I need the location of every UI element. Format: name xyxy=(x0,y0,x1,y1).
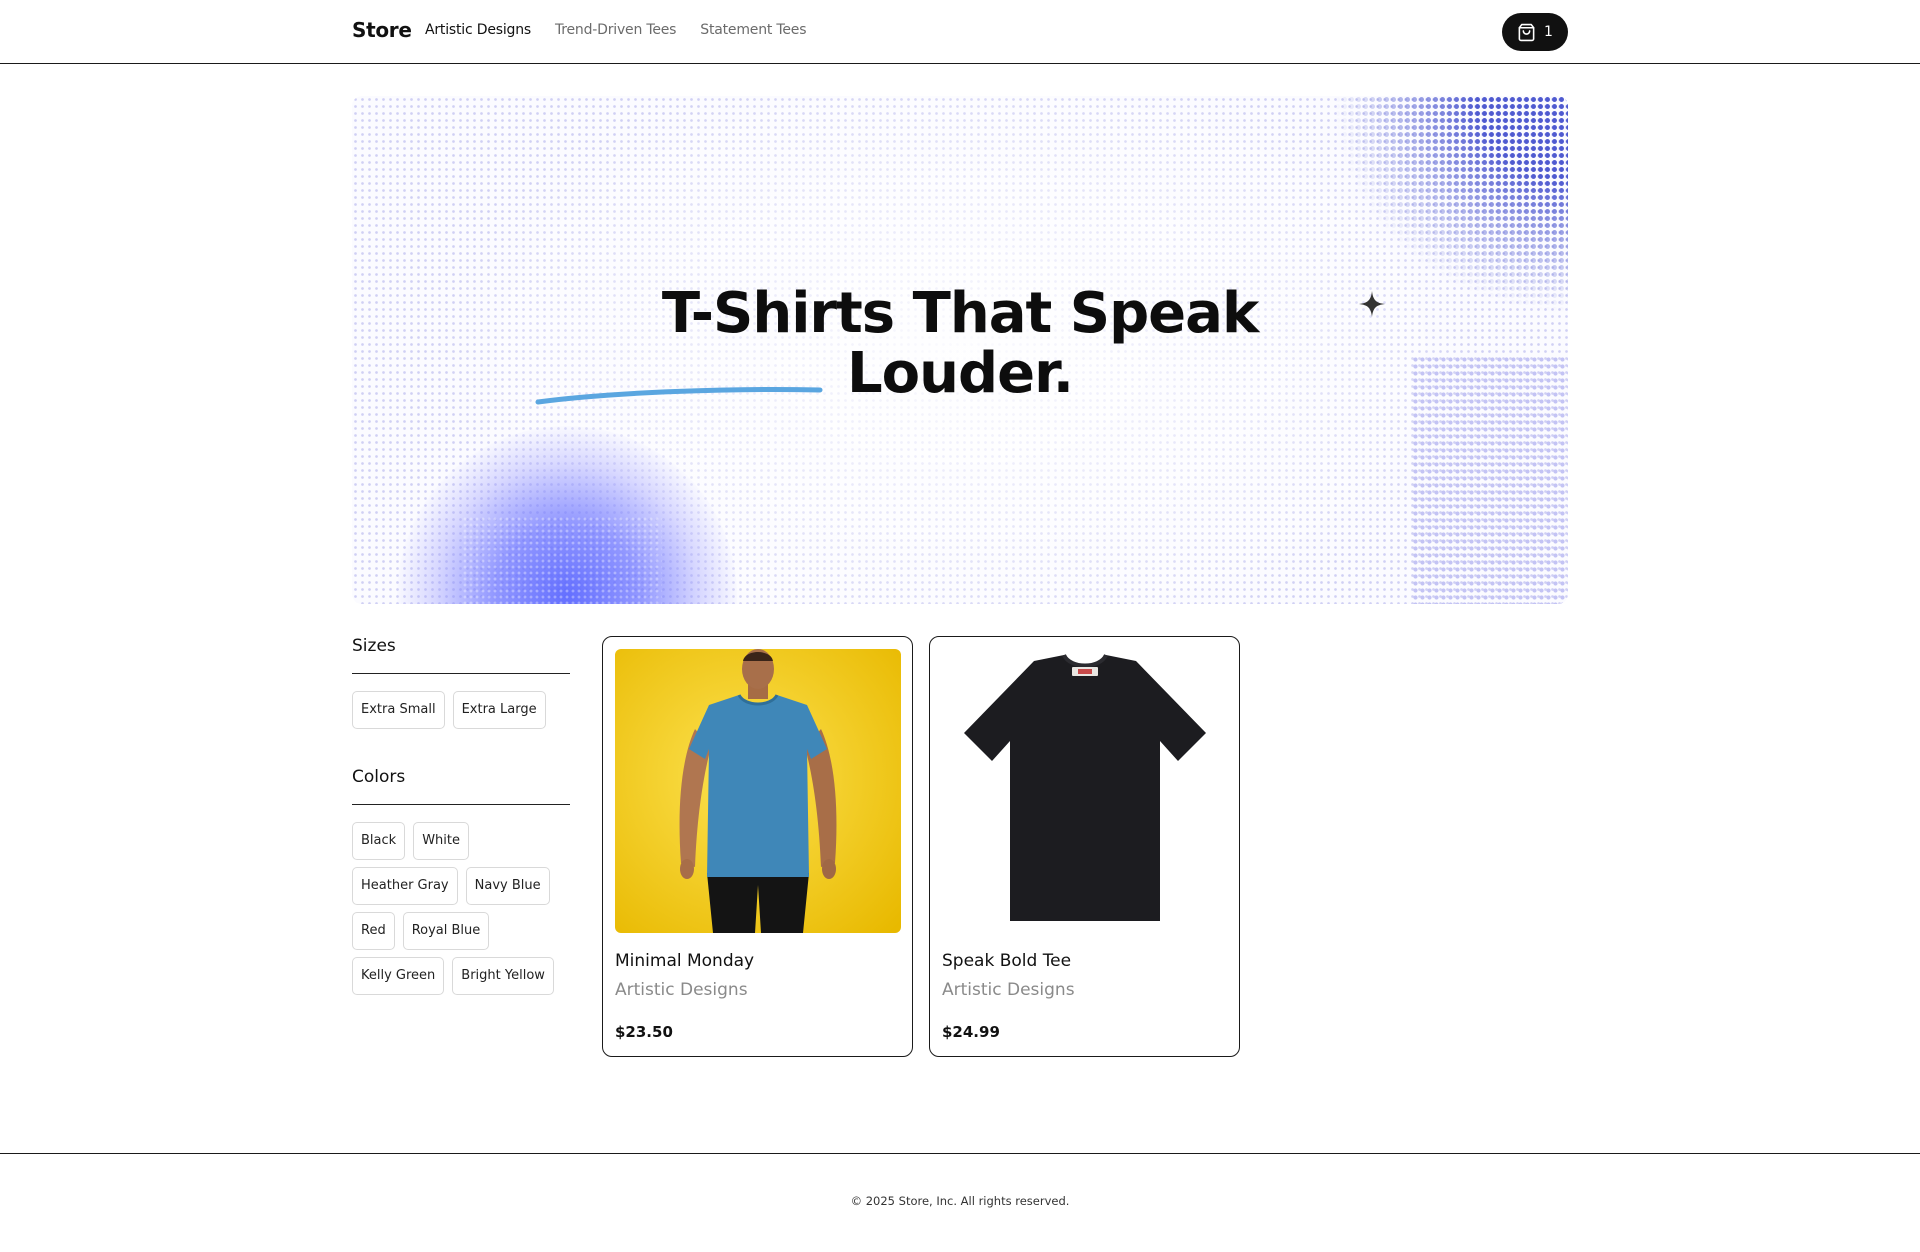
product-category: Artistic Designs xyxy=(615,980,748,1000)
footer-copyright: © 2025 Store, Inc. All rights reserved. xyxy=(850,1194,1070,1208)
hero-title-line-1: T-Shirts That Speak xyxy=(661,281,1259,346)
main-nav: Artistic Designs Trend-Driven Tees State… xyxy=(425,22,806,38)
color-chip-navy-blue[interactable]: Navy Blue xyxy=(465,867,550,905)
product-image-black-tshirt[interactable] xyxy=(942,649,1228,933)
color-chip-red[interactable]: Red xyxy=(352,912,395,950)
sizes-divider xyxy=(352,673,570,674)
colors-divider xyxy=(352,804,570,805)
size-chip-extra-large[interactable]: Extra Large xyxy=(452,691,546,729)
filter-sidebar: Sizes Extra Small Extra Large Colors Bla… xyxy=(352,636,570,995)
hero-title-line-2: Louder. xyxy=(847,341,1074,406)
colors-heading: Colors xyxy=(352,767,406,787)
color-chip-kelly-green[interactable]: Kelly Green xyxy=(352,957,445,995)
shopping-bag-icon xyxy=(1518,23,1535,41)
footer-divider xyxy=(0,1153,1920,1154)
product-name[interactable]: Speak Bold Tee xyxy=(942,951,1071,971)
site-header: Store Artistic Designs Trend-Driven Tees… xyxy=(0,0,1920,64)
nav-link-artistic-designs[interactable]: Artistic Designs xyxy=(425,22,531,38)
product-price: $23.50 xyxy=(615,1023,673,1041)
colors-filter: Colors Black White Heather Gray Navy Blu… xyxy=(352,767,570,995)
color-chip-white[interactable]: White xyxy=(413,822,469,860)
nav-link-trend-driven-tees[interactable]: Trend-Driven Tees xyxy=(555,22,677,38)
size-chip-extra-small[interactable]: Extra Small xyxy=(352,691,445,729)
hero-banner: T-Shirts That Speak Louder. xyxy=(352,96,1568,604)
sizes-chip-list: Extra Small Extra Large xyxy=(352,691,570,729)
hero-glow-dots xyxy=(462,516,662,604)
product-category: Artistic Designs xyxy=(942,980,1075,1000)
product-name[interactable]: Minimal Monday xyxy=(615,951,754,971)
cart-count-badge: 1 xyxy=(1544,24,1553,40)
color-chip-heather-gray[interactable]: Heather Gray xyxy=(352,867,458,905)
colors-chip-list: Black White Heather Gray Navy Blue Red R… xyxy=(352,822,570,995)
product-price: $24.99 xyxy=(942,1023,1000,1041)
sizes-filter: Sizes Extra Small Extra Large xyxy=(352,636,570,729)
color-chip-black[interactable]: Black xyxy=(352,822,406,860)
product-card-minimal-monday[interactable]: Minimal Monday Artistic Designs $23.50 xyxy=(602,636,913,1057)
product-photo xyxy=(615,649,901,933)
product-image-man-blue-tshirt[interactable] xyxy=(615,649,901,933)
brand-logo[interactable]: Store xyxy=(352,18,412,42)
sizes-heading: Sizes xyxy=(352,636,396,656)
nav-link-statement-tees[interactable]: Statement Tees xyxy=(700,22,806,38)
hero-title: T-Shirts That Speak Louder. xyxy=(352,284,1568,404)
product-photo xyxy=(942,649,1228,933)
product-card-speak-bold-tee[interactable]: Speak Bold Tee Artistic Designs $24.99 xyxy=(929,636,1240,1057)
cart-button[interactable]: 1 xyxy=(1502,13,1568,51)
color-chip-bright-yellow[interactable]: Bright Yellow xyxy=(452,957,554,995)
color-chip-royal-blue[interactable]: Royal Blue xyxy=(402,912,490,950)
